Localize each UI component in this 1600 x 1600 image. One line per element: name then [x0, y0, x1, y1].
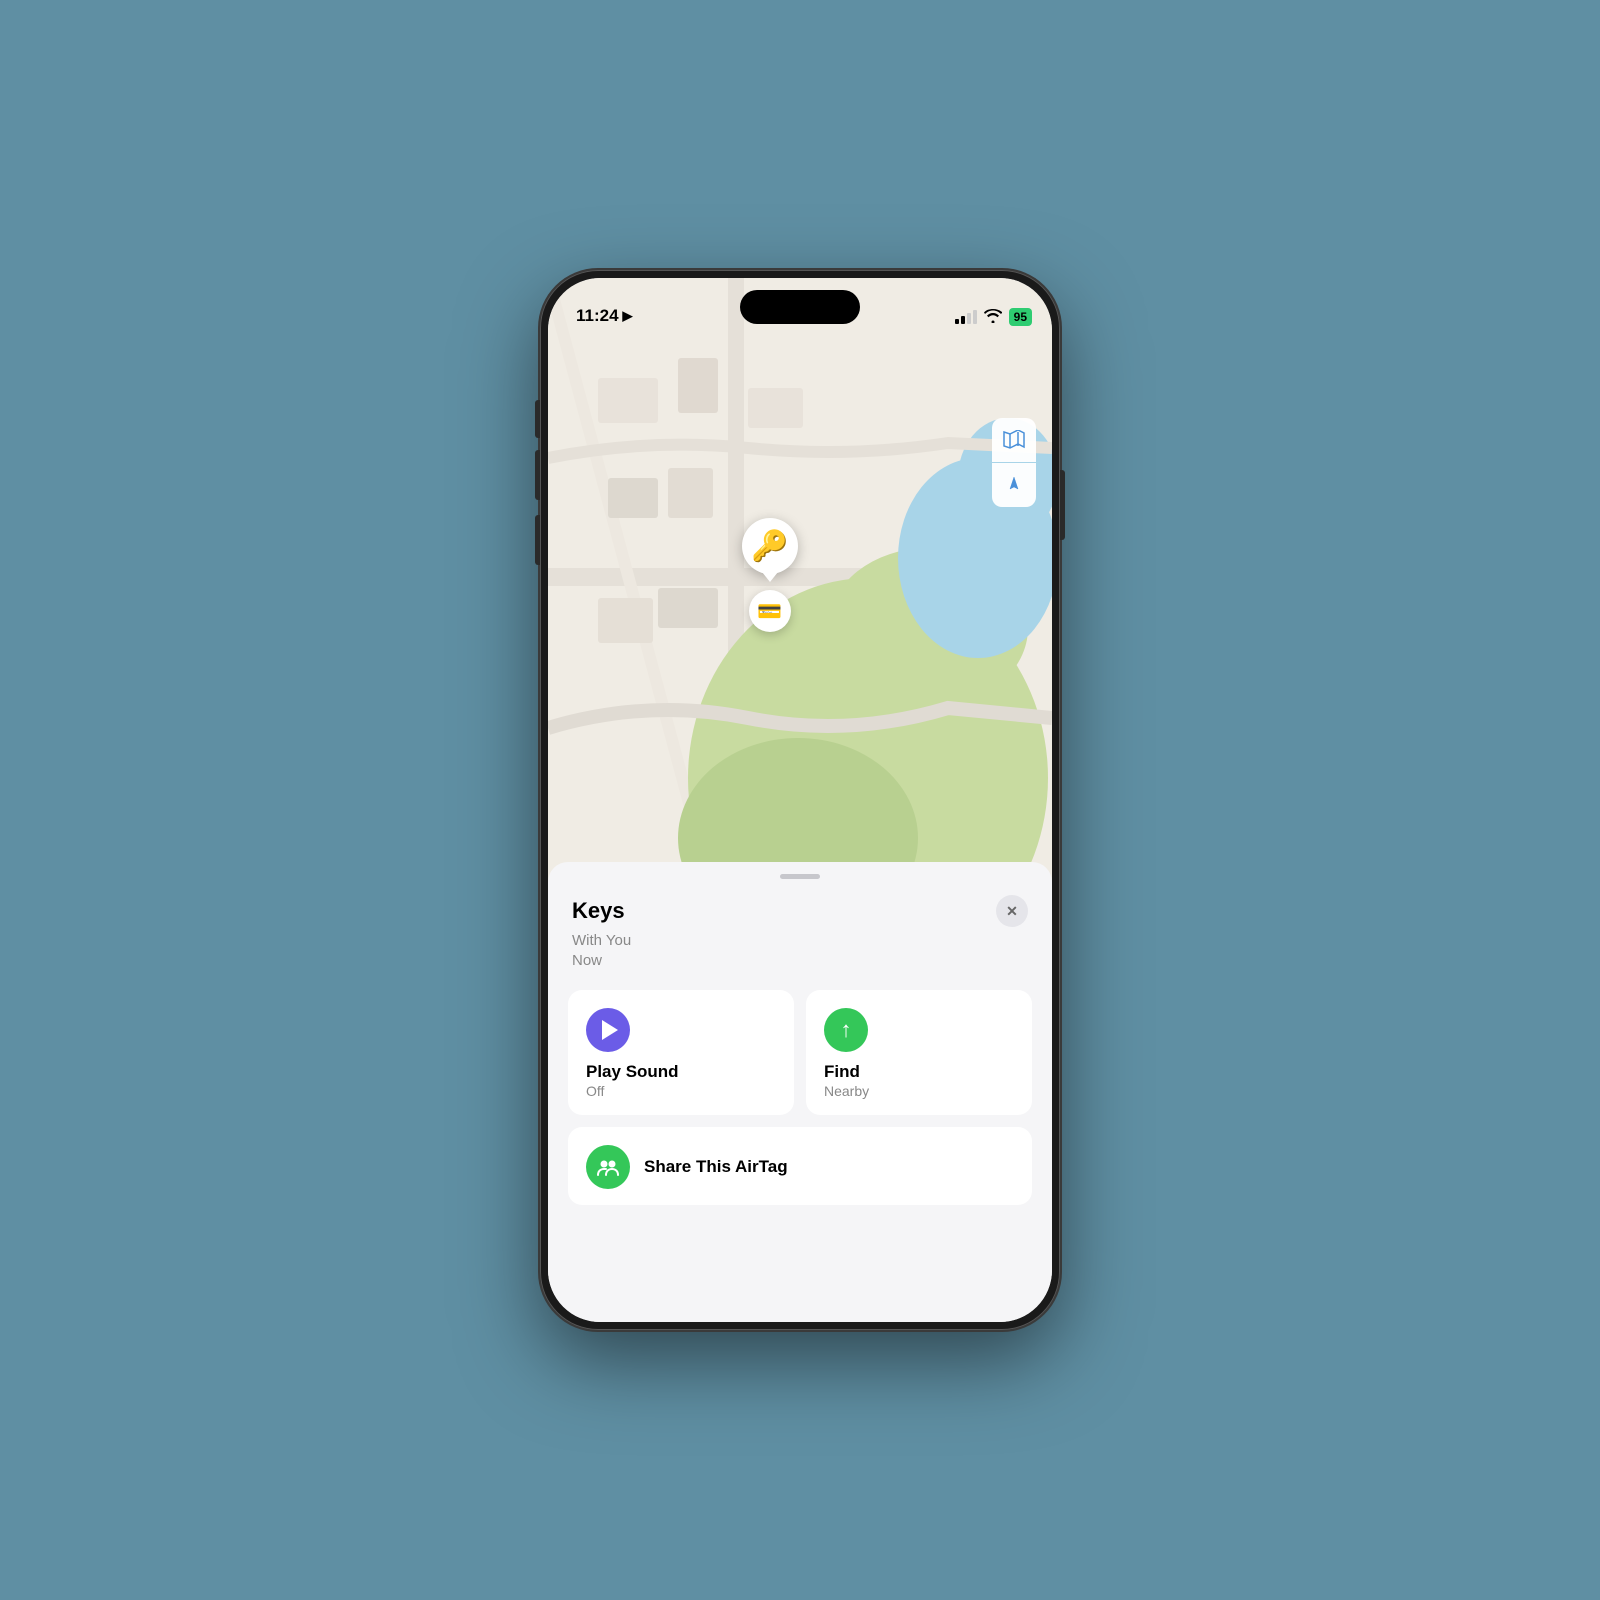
- people-icon: [596, 1155, 620, 1179]
- key-emoji: 🔑: [751, 529, 788, 564]
- key-pin[interactable]: 🔑: [742, 518, 798, 574]
- subtitle-line1: With You: [572, 932, 631, 949]
- battery-indicator: 95: [1009, 308, 1032, 326]
- signal-bar-1: [955, 319, 959, 324]
- signal-bars: [955, 310, 977, 324]
- find-sublabel: Nearby: [824, 1083, 1014, 1099]
- close-icon: ✕: [1006, 903, 1018, 920]
- signal-bar-2: [961, 316, 965, 324]
- status-icons: 95: [955, 308, 1032, 326]
- map-view[interactable]: 🔑 💳: [548, 278, 1052, 918]
- phone-frame: 11:24 ▶ 95: [540, 270, 1060, 1330]
- subtitle-line2: Now: [572, 952, 602, 969]
- battery-level: 95: [1014, 310, 1027, 324]
- signal-bar-4: [973, 310, 977, 324]
- find-nearby-card[interactable]: ↑ Find Nearby: [806, 990, 1032, 1115]
- map-pin-area: 🔑 💳: [742, 518, 798, 632]
- close-button[interactable]: ✕: [996, 895, 1028, 927]
- volume-up-button[interactable]: [535, 450, 540, 500]
- share-airtag-label: Share This AirTag: [644, 1157, 788, 1177]
- sheet-handle: [780, 874, 820, 879]
- share-icon-circle: [586, 1145, 630, 1189]
- map-type-button[interactable]: [992, 418, 1036, 462]
- find-nearby-text: Find Nearby: [824, 1062, 1014, 1099]
- find-nearby-icon-circle: ↑: [824, 1008, 868, 1052]
- wifi-icon: [984, 309, 1002, 326]
- map-controls: [992, 418, 1036, 507]
- play-sound-card[interactable]: Play Sound Off: [568, 990, 794, 1115]
- silent-button[interactable]: [535, 400, 540, 438]
- location-button[interactable]: [992, 463, 1036, 507]
- map-background: [548, 278, 1052, 918]
- sheet-subtitle: With You Now: [568, 931, 1032, 970]
- location-arrow-icon: ▶: [623, 308, 633, 324]
- bottom-sheet: Keys ✕ With You Now Play Sound Off: [548, 862, 1052, 1322]
- wallet-emoji: 💳: [757, 599, 782, 624]
- share-airtag-card[interactable]: Share This AirTag: [568, 1127, 1032, 1205]
- sheet-header: Keys ✕: [568, 895, 1032, 927]
- dynamic-island: [740, 290, 860, 324]
- sheet-title: Keys: [572, 898, 625, 924]
- play-sound-sublabel: Off: [586, 1083, 776, 1099]
- signal-bar-3: [967, 313, 971, 324]
- time-display: 11:24: [576, 306, 619, 326]
- play-sound-icon-circle: [586, 1008, 630, 1052]
- find-label: Find: [824, 1062, 1014, 1082]
- wallet-pin[interactable]: 💳: [749, 590, 791, 632]
- power-button[interactable]: [1060, 470, 1065, 540]
- play-sound-text: Play Sound Off: [586, 1062, 776, 1099]
- actions-grid: Play Sound Off ↑ Find Nearby: [568, 990, 1032, 1115]
- arrow-up-icon: ↑: [841, 1019, 852, 1041]
- status-time: 11:24 ▶: [576, 306, 633, 326]
- play-icon: [602, 1020, 618, 1040]
- phone-screen: 11:24 ▶ 95: [548, 278, 1052, 1322]
- play-sound-label: Play Sound: [586, 1062, 776, 1082]
- volume-down-button[interactable]: [535, 515, 540, 565]
